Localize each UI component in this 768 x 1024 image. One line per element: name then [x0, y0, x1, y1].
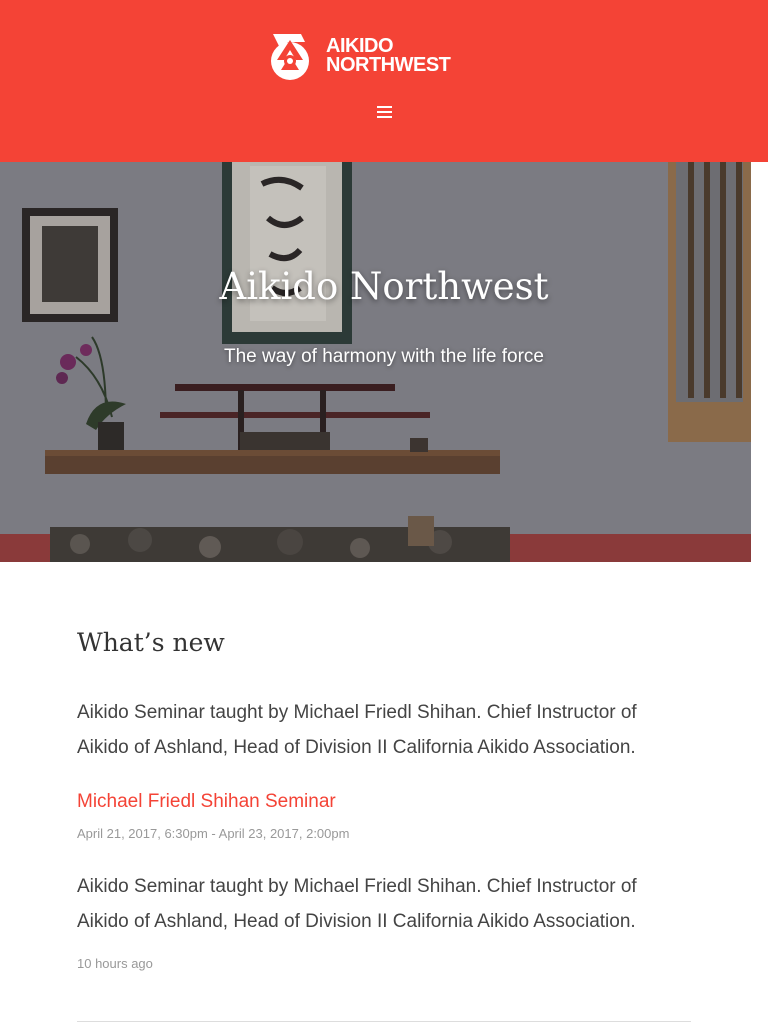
- hamburger-menu-icon: [376, 106, 392, 108]
- hero-title: Aikido Northwest: [219, 265, 549, 308]
- event-description: Aikido Seminar taught by Michael Friedl …: [77, 876, 637, 932]
- whats-new-section: What’s new Aikido Seminar taught by Mich…: [77, 620, 691, 971]
- section-title: What’s new: [77, 628, 225, 657]
- hero-banner: Aikido Northwest The way of harmony with…: [0, 162, 751, 562]
- event-link[interactable]: Michael Friedl Shihan Seminar: [77, 784, 336, 819]
- event-dates: April 21, 2017, 6:30pm - April 23, 2017,…: [77, 826, 350, 841]
- site-header: AIKIDO NORTHWEST: [0, 0, 768, 162]
- divider: [77, 1021, 691, 1022]
- logo-line-2: NORTHWEST: [326, 54, 451, 76]
- site-logo[interactable]: AIKIDO NORTHWEST: [263, 30, 451, 82]
- posted-time: 10 hours ago: [77, 956, 153, 971]
- intro-paragraph: Aikido Seminar taught by Michael Friedl …: [77, 702, 637, 758]
- hamburger-menu-button[interactable]: [374, 106, 394, 122]
- aikido-logo-icon: [271, 34, 309, 80]
- hero-subtitle: The way of harmony with the life force: [224, 346, 544, 367]
- logo-wordmark: AIKIDO NORTHWEST: [326, 36, 451, 76]
